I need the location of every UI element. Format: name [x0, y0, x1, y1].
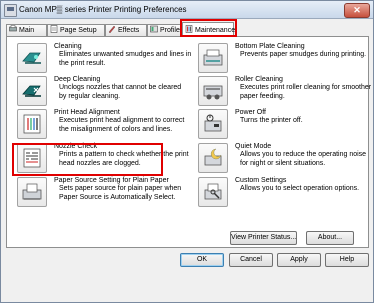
ok-button[interactable]: OK: [180, 253, 224, 267]
bottom-plate-cleaning-button[interactable]: [198, 43, 228, 73]
custom-settings-title: Custom Settings: [235, 177, 287, 184]
power-off-description: Turns the printer off.: [240, 117, 303, 124]
custom-settings-icon: [204, 183, 222, 200]
cleaning-description: Eliminates unwanted smudges and lines in…: [59, 51, 192, 67]
roller-cleaning-description: Executes print roller cleaning for smoot…: [240, 84, 372, 100]
tab-effects-label: Effects: [118, 27, 140, 34]
quiet-mode-item: Quiet Mode Allows you to reduce the oper…: [198, 143, 367, 175]
cancel-button[interactable]: Cancel: [229, 253, 273, 267]
bottom-plate-cleaning-item: Bottom Plate Cleaning Prevents paper smu…: [198, 43, 367, 75]
deep-cleaning-icon: [22, 85, 41, 97]
quiet-mode-icon: [204, 148, 222, 166]
cleaning-title: Cleaning: [54, 43, 82, 50]
profiles-tab-icon: [150, 25, 158, 33]
roller-cleaning-title: Roller Cleaning: [235, 76, 283, 83]
bottom-plate-cleaning-title: Bottom Plate Cleaning: [235, 43, 305, 50]
maintenance-panel: Cleaning Eliminates unwanted smudges and…: [6, 36, 371, 248]
cleaning-button[interactable]: [17, 43, 47, 73]
tab-effects[interactable]: Effects: [105, 24, 147, 36]
roller-cleaning-item: Roller Cleaning Executes print roller cl…: [198, 76, 371, 108]
paper-source-icon: [22, 183, 42, 200]
title-bar: Canon MP▒ series Printer Printing Prefer…: [1, 1, 373, 19]
tab-main[interactable]: Main: [6, 24, 47, 36]
power-off-item: Power Off Turns the printer off.: [198, 109, 363, 141]
help-button[interactable]: Help: [325, 253, 369, 267]
print-head-alignment-title: Print Head Alignment: [54, 109, 120, 116]
close-button[interactable]: ✕: [344, 3, 370, 18]
deep-cleaning-item: Deep Cleaning Unclogs nozzles that canno…: [17, 76, 187, 108]
roller-cleaning-button[interactable]: [198, 76, 228, 106]
maintenance-tab-highlight: [180, 19, 237, 37]
tab-page-setup[interactable]: Page Setup: [47, 24, 105, 36]
cleaning-icon: [22, 52, 41, 64]
custom-settings-button[interactable]: [198, 177, 228, 207]
custom-settings-description: Allows you to select operation options.: [240, 185, 360, 192]
tab-main-label: Main: [19, 27, 35, 34]
print-head-alignment-button[interactable]: [17, 109, 47, 139]
bottom-plate-cleaning-description: Prevents paper smudges during printing.: [240, 51, 367, 58]
nozzle-check-highlight: [12, 143, 163, 176]
power-off-button[interactable]: [198, 109, 228, 139]
deep-cleaning-title: Deep Cleaning: [54, 76, 101, 83]
print-head-alignment-item: Print Head Alignment Executes print head…: [17, 109, 187, 141]
roller-cleaning-icon: [203, 85, 223, 100]
paper-source-button[interactable]: [17, 177, 47, 207]
power-off-title: Power Off: [235, 109, 266, 116]
print-head-alignment-icon: [23, 114, 41, 134]
paper-source-title: Paper Source Setting for Plain Paper: [54, 177, 169, 184]
printer-app-icon: [4, 4, 17, 17]
main-tab-icon: [9, 25, 17, 32]
window-title: Canon MP▒ series Printer Printing Prefer…: [19, 5, 187, 14]
bottom-plate-cleaning-icon: [203, 49, 223, 66]
page-setup-tab-icon: [50, 25, 58, 33]
paper-source-description: Sets paper source for plain paper when P…: [59, 185, 182, 201]
apply-button[interactable]: Apply: [277, 253, 321, 267]
quiet-mode-button[interactable]: [198, 143, 228, 173]
custom-settings-item: Custom Settings Allows you to select ope…: [198, 177, 363, 209]
paper-source-item: Paper Source Setting for Plain Paper Set…: [17, 177, 192, 209]
deep-cleaning-button[interactable]: [17, 76, 47, 106]
printing-preferences-window: Canon MP▒ series Printer Printing Prefer…: [0, 0, 374, 303]
print-head-alignment-description: Executes print head alignment to correct…: [59, 117, 185, 133]
effects-tab-icon: [108, 25, 116, 33]
cleaning-item: Cleaning Eliminates unwanted smudges and…: [17, 43, 191, 75]
tab-page-setup-label: Page Setup: [60, 27, 97, 34]
power-off-icon: [204, 114, 222, 132]
about-button[interactable]: About...: [306, 231, 354, 245]
quiet-mode-title: Quiet Mode: [235, 143, 272, 150]
deep-cleaning-description: Unclogs nozzles that cannot be cleared b…: [59, 84, 182, 100]
view-printer-status-button[interactable]: View Printer Status...: [230, 231, 297, 245]
quiet-mode-description: Allows you to reduce the operating noise…: [240, 151, 367, 167]
